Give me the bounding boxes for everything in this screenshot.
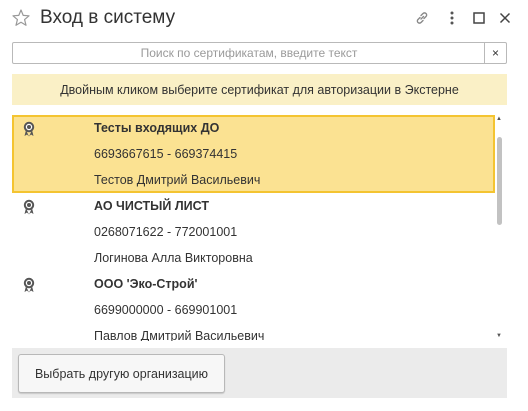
certificate-item[interactable]: Тесты входящих ДО 6693667615 - 669374415…: [12, 115, 495, 193]
scroll-down-arrow-icon[interactable]: ▼: [496, 333, 502, 339]
link-icon[interactable]: [413, 9, 431, 27]
certificate-item[interactable]: АО ЧИСТЫЙ ЛИСТ 0268071622 - 772001001 Ло…: [12, 193, 495, 271]
clear-search-button[interactable]: ×: [484, 43, 506, 63]
list-scrollbar[interactable]: ▲ ▼: [495, 115, 504, 341]
window-title: Вход в систему: [40, 7, 176, 28]
certificate-list: Тесты входящих ДО 6693667615 - 669374415…: [12, 115, 495, 341]
certificate-codes: 6699000000 - 669901001: [94, 303, 238, 317]
certificate-person: Тестов Дмитрий Васильевич: [94, 173, 261, 187]
choose-other-organization-button[interactable]: Выбрать другую организацию: [18, 354, 225, 393]
certificate-person: Логинова Алла Викторовна: [94, 251, 253, 265]
search-field: ×: [12, 42, 507, 64]
more-vertical-icon[interactable]: [443, 9, 461, 27]
certificate-icon: [21, 121, 37, 137]
footer-bar: Выбрать другую организацию: [12, 348, 507, 398]
search-input[interactable]: [13, 43, 485, 63]
certificate-person: Павлов Дмитрий Васильевич: [94, 329, 265, 341]
certificate-org-name: ООО 'Эко-Строй': [94, 277, 198, 291]
title-bar: Вход в систему: [0, 0, 528, 38]
star-icon[interactable]: [11, 8, 31, 28]
scroll-up-arrow-icon[interactable]: ▲: [496, 116, 502, 122]
certificate-codes: 0268071622 - 772001001: [94, 225, 238, 239]
certificate-org-name: АО ЧИСТЫЙ ЛИСТ: [94, 199, 209, 213]
certificate-item[interactable]: ООО 'Эко-Строй' 6699000000 - 669901001 П…: [12, 271, 495, 341]
certificate-org-name: Тесты входящих ДО: [94, 121, 220, 135]
scrollbar-thumb[interactable]: [497, 137, 502, 225]
certificate-icon: [21, 277, 37, 293]
certificate-codes: 6693667615 - 669374415: [94, 147, 238, 161]
hint-banner: Двойным кликом выберите сертификат для а…: [12, 74, 507, 105]
close-icon[interactable]: [496, 9, 514, 27]
certificate-icon: [21, 199, 37, 215]
maximize-icon[interactable]: [470, 9, 488, 27]
